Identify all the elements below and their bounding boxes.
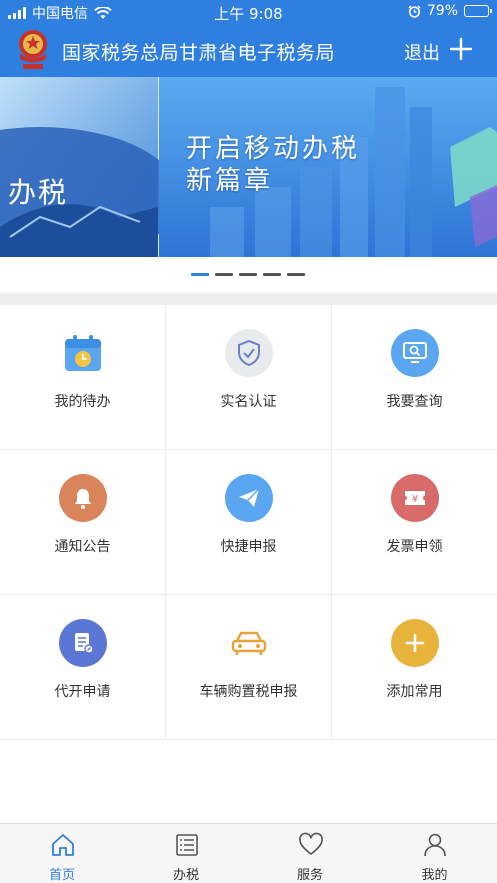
- heart-icon: [299, 832, 323, 855]
- section-divider: [0, 293, 497, 305]
- tax-emblem-logo: [19, 30, 47, 69]
- battery-icon: [464, 5, 492, 17]
- document-edit-icon: [59, 619, 107, 667]
- user-icon: [424, 833, 446, 857]
- tab-label: 服务: [296, 868, 323, 883]
- grid-item-add-favorite[interactable]: 添加常用: [332, 595, 497, 740]
- grid-item-label: 通知公告: [54, 539, 111, 555]
- app-title: 国家税务总局甘肃省电子税务局: [62, 42, 336, 64]
- calendar-clock-icon: [59, 329, 107, 377]
- plus-icon[interactable]: [449, 37, 473, 61]
- bell-icon: [59, 474, 107, 522]
- banner-line-2: 新篇章: [186, 166, 274, 196]
- service-grid: 我的待办 实名认证 我要查询 通知公告 快捷申报 ¥ 发票申领 代开申请 车辆购…: [0, 305, 497, 740]
- plus-circle-icon: [391, 619, 439, 667]
- tab-label: 我的: [421, 868, 448, 883]
- tab-label: 办税: [172, 868, 199, 883]
- grid-item-query[interactable]: 我要查询: [332, 305, 497, 450]
- list-icon: [176, 834, 198, 856]
- carousel-indicator: [0, 257, 497, 293]
- banner-line-1: 开启移动办税: [186, 134, 361, 164]
- grid-item-notice[interactable]: 通知公告: [0, 450, 166, 595]
- carousel-dot[interactable]: [287, 273, 305, 276]
- content-empty-area: [0, 740, 497, 823]
- grid-item-agent-invoice[interactable]: 代开申请: [0, 595, 166, 740]
- grid-item-label: 快捷申报: [220, 539, 277, 555]
- tab-label: 首页: [48, 868, 75, 883]
- promo-banner[interactable]: 办税 开启移动办税 新篇章: [0, 77, 497, 257]
- grid-item-quick-declare[interactable]: 快捷申报: [166, 450, 332, 595]
- alarm-icon: [408, 5, 421, 18]
- carousel-dot[interactable]: [239, 273, 257, 276]
- carousel-dot[interactable]: [263, 273, 281, 276]
- invoice-icon: ¥: [391, 474, 439, 522]
- grid-item-label: 我的待办: [54, 394, 111, 410]
- bottom-tab-bar: 首页 办税 服务 我的: [0, 823, 497, 883]
- logout-button[interactable]: 退出: [404, 39, 440, 65]
- car-icon: [225, 619, 273, 667]
- search-monitor-icon: [391, 329, 439, 377]
- paper-plane-icon: [225, 474, 273, 522]
- home-icon: [52, 834, 74, 856]
- grid-item-label: 添加常用: [386, 684, 443, 700]
- grid-item-verify[interactable]: 实名认证: [166, 305, 332, 450]
- tab-service[interactable]: 服务: [248, 824, 372, 883]
- banner-left-fragment: 办税: [8, 176, 69, 209]
- tab-mine[interactable]: 我的: [372, 824, 497, 883]
- svg-text:¥: ¥: [412, 494, 418, 505]
- grid-item-label: 我要查询: [386, 394, 443, 410]
- top-bar: 中国电信 上午 9:08 79% 国家税务总局甘肃省电子税务局 退出: [0, 0, 497, 77]
- carousel-dot[interactable]: [191, 273, 209, 276]
- grid-item-vehicle-tax[interactable]: 车辆购置税申报: [166, 595, 332, 740]
- tab-tax[interactable]: 办税: [124, 824, 248, 883]
- battery-percent: 79%: [426, 3, 458, 19]
- tab-home[interactable]: 首页: [0, 824, 124, 883]
- status-bar: 中国电信 上午 9:08 79%: [0, 0, 497, 24]
- shield-check-icon: [225, 329, 273, 377]
- app-header: 国家税务总局甘肃省电子税务局 退出: [0, 24, 497, 77]
- grid-item-label: 实名认证: [220, 394, 277, 410]
- grid-item-label: 车辆购置税申报: [199, 684, 298, 700]
- grid-item-todo[interactable]: 我的待办: [0, 305, 166, 450]
- grid-item-label: 发票申领: [386, 539, 443, 555]
- grid-item-invoice[interactable]: ¥ 发票申领: [332, 450, 497, 595]
- carousel-dot[interactable]: [215, 273, 233, 276]
- grid-item-label: 代开申请: [54, 684, 111, 700]
- banner-slogan: 开启移动办税 新篇章: [186, 133, 360, 197]
